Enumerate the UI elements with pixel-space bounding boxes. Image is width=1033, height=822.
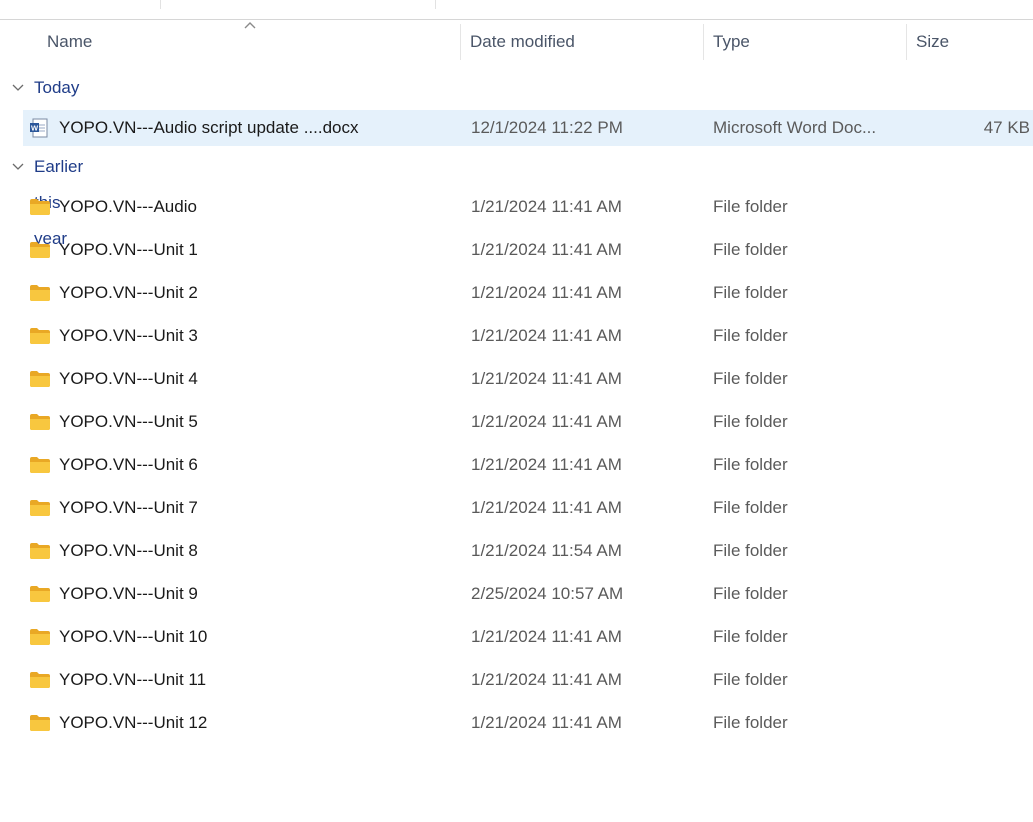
- folder-icon: [29, 713, 51, 733]
- item-date-modified: 1/21/2024 11:41 AM: [471, 283, 622, 302]
- folder-row[interactable]: YOPO.VN---Unit 1 1/21/2024 11:41 AM File f…: [23, 232, 1033, 268]
- item-date-modified: 1/21/2024 11:54 AM: [471, 541, 622, 560]
- item-date-modified: 12/1/2024 11:22 PM: [471, 118, 623, 137]
- item-name: YOPO.VN---Unit 4: [59, 369, 198, 388]
- item-type: File folder: [713, 240, 788, 259]
- item-date-modified: 2/25/2024 10:57 AM: [471, 584, 624, 603]
- item-name: YOPO.VN---Unit 3: [59, 326, 198, 345]
- folder-icon: [29, 498, 51, 518]
- item-name: YOPO.VN---Unit 12: [59, 713, 208, 732]
- folder-row[interactable]: YOPO.VN---Unit 10 1/21/2024 11:41 AM File …: [23, 619, 1033, 655]
- item-type: File folder: [713, 713, 788, 732]
- toolbar-divider: [160, 0, 161, 9]
- item-type: File folder: [713, 412, 788, 431]
- column-header-date[interactable]: Date modified: [460, 20, 703, 64]
- item-type: File folder: [713, 197, 788, 216]
- group-header-label: Today: [34, 78, 80, 97]
- folder-row[interactable]: YOPO.VN---Unit 6 1/21/2024 11:41 AM File f…: [23, 447, 1033, 483]
- column-header-name-label: Name: [47, 32, 93, 51]
- item-date-modified: 1/21/2024 11:41 AM: [471, 240, 622, 259]
- column-header-row: Name Date modified Type Size: [0, 20, 1033, 64]
- folder-row[interactable]: YOPO.VN---Unit 11 1/21/2024 11:41 AM File …: [23, 662, 1033, 698]
- item-name: YOPO.VN---Unit 10: [59, 627, 208, 646]
- item-name: YOPO.VN---Audio script update ....docx: [59, 118, 359, 137]
- column-header-size[interactable]: Size: [906, 20, 1033, 64]
- item-date-modified: 1/21/2024 11:41 AM: [471, 713, 622, 732]
- folder-icon: [29, 412, 51, 432]
- item-type: File folder: [713, 326, 788, 345]
- folder-row[interactable]: YOPO.VN---Unit 8 1/21/2024 11:54 AM File f…: [23, 533, 1033, 569]
- column-header-date-label: Date modified: [470, 32, 575, 51]
- folder-icon: [29, 197, 51, 217]
- item-date-modified: 1/21/2024 11:41 AM: [471, 197, 622, 216]
- column-header-type[interactable]: Type: [703, 20, 906, 64]
- column-header-size-label: Size: [916, 32, 950, 51]
- sort-ascending-icon: [244, 22, 256, 29]
- item-type: File folder: [713, 670, 788, 689]
- file-row[interactable]: W YOPO.VN---Audio script update ....docx 1…: [23, 110, 1033, 146]
- item-type: File folder: [713, 627, 788, 646]
- item-date-modified: 1/21/2024 11:41 AM: [471, 412, 622, 431]
- item-name: YOPO.VN---Unit 1: [59, 240, 198, 259]
- folder-row[interactable]: YOPO.VN---Unit 9 2/25/2024 10:57 AM File f…: [23, 576, 1033, 612]
- folder-row[interactable]: YOPO.VN---Audio 1/21/2024 11:41 AM File fo…: [23, 189, 1033, 225]
- item-size: 47 KB: [983, 118, 1030, 137]
- item-name: YOPO.VN---Unit 8: [59, 541, 198, 560]
- chevron-down-icon[interactable]: [11, 160, 25, 174]
- folder-icon: [29, 326, 51, 346]
- folder-icon: [29, 670, 51, 690]
- word-document-icon: W: [29, 118, 51, 138]
- svg-text:W: W: [31, 123, 39, 132]
- item-name: YOPO.VN---Unit 7: [59, 498, 198, 517]
- item-date-modified: 1/21/2024 11:41 AM: [471, 369, 622, 388]
- column-header-type-label: Type: [713, 32, 750, 51]
- item-name: YOPO.VN---Audio: [59, 197, 197, 216]
- item-type: File folder: [713, 369, 788, 388]
- item-name: YOPO.VN---Unit 9: [59, 584, 198, 603]
- folder-icon: [29, 240, 51, 260]
- item-date-modified: 1/21/2024 11:41 AM: [471, 326, 622, 345]
- folder-icon: [29, 369, 51, 389]
- item-date-modified: 1/21/2024 11:41 AM: [471, 670, 622, 689]
- item-type: File folder: [713, 498, 788, 517]
- item-date-modified: 1/21/2024 11:41 AM: [471, 498, 622, 517]
- item-date-modified: 1/21/2024 11:41 AM: [471, 455, 622, 474]
- folder-icon: [29, 455, 51, 475]
- toolbar-strip: [0, 0, 1033, 20]
- item-type: File folder: [713, 283, 788, 302]
- folder-icon: [29, 584, 51, 604]
- item-date-modified: 1/21/2024 11:41 AM: [471, 627, 622, 646]
- folder-icon: [29, 627, 51, 647]
- folder-row[interactable]: YOPO.VN---Unit 5 1/21/2024 11:41 AM File f…: [23, 404, 1033, 440]
- item-name: YOPO.VN---Unit 2: [59, 283, 198, 302]
- folder-row[interactable]: YOPO.VN---Unit 2 1/21/2024 11:41 AM File f…: [23, 275, 1033, 311]
- folder-row[interactable]: YOPO.VN---Unit 3 1/21/2024 11:41 AM File f…: [23, 318, 1033, 354]
- file-explorer-window: Name Date modified Type Size Today W YOPO.…: [0, 0, 1033, 822]
- item-type: File folder: [713, 455, 788, 474]
- folder-row[interactable]: YOPO.VN---Unit 4 1/21/2024 11:41 AM File f…: [23, 361, 1033, 397]
- toolbar-divider: [435, 0, 436, 9]
- item-type: File folder: [713, 584, 788, 603]
- folder-row[interactable]: YOPO.VN---Unit 12 1/21/2024 11:41 AM File …: [23, 705, 1033, 741]
- item-type: File folder: [713, 541, 788, 560]
- folder-icon: [29, 541, 51, 561]
- folder-row[interactable]: YOPO.VN---Unit 7 1/21/2024 11:41 AM File f…: [23, 490, 1033, 526]
- item-name: YOPO.VN---Unit 5: [59, 412, 198, 431]
- item-name: YOPO.VN---Unit 6: [59, 455, 198, 474]
- column-header-name[interactable]: Name: [0, 20, 460, 64]
- item-name: YOPO.VN---Unit 11: [59, 670, 207, 689]
- folder-icon: [29, 283, 51, 303]
- chevron-down-icon[interactable]: [11, 81, 25, 95]
- item-type: Microsoft Word Doc...: [713, 118, 877, 137]
